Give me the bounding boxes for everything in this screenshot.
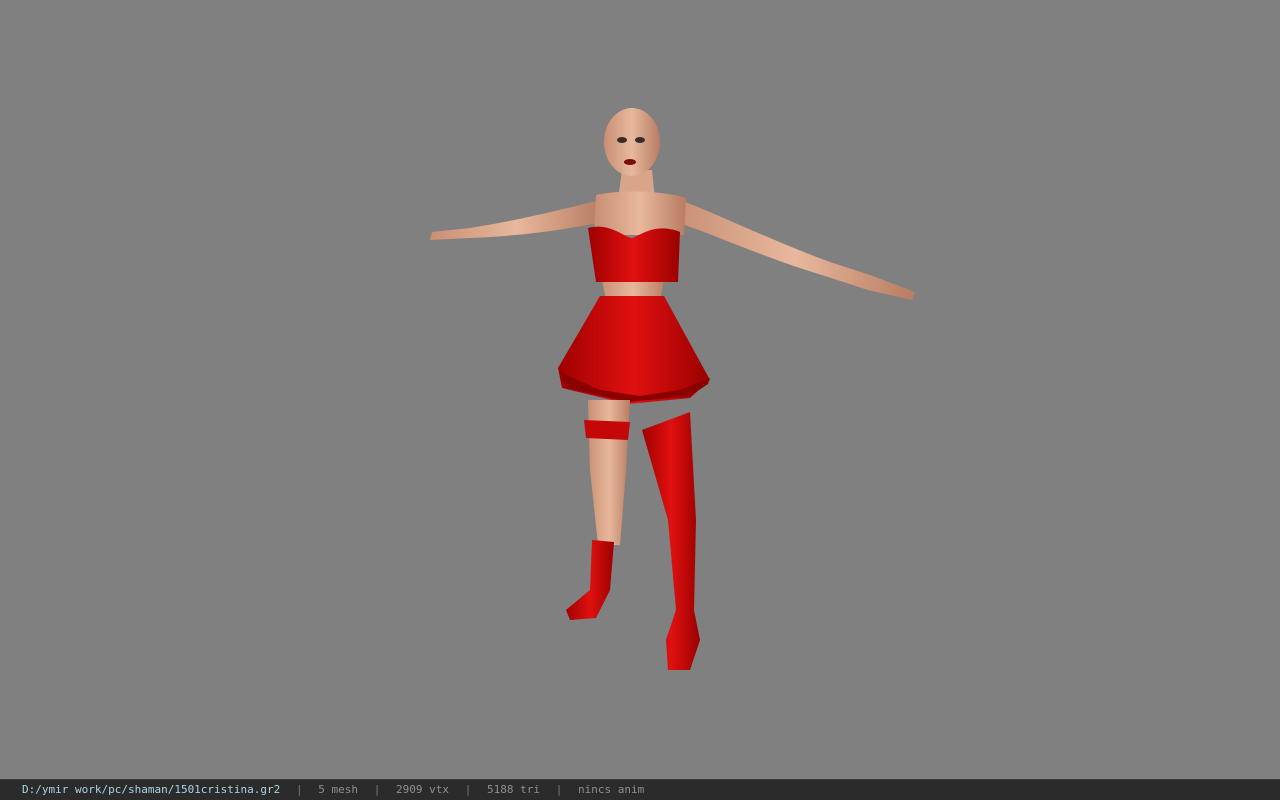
separator: | xyxy=(373,783,381,796)
triangle-count: 5188 tri xyxy=(487,783,540,796)
mesh-count: 5 mesh xyxy=(318,783,359,796)
status-bar: D:/ymir work/pc/shaman/1501cristina.gr2 |… xyxy=(0,779,1280,800)
file-path: D:/ymir work/pc/shaman/1501cristina.gr2 xyxy=(22,783,281,796)
separator: | xyxy=(464,783,472,796)
left-arm xyxy=(430,200,602,240)
character-model[interactable] xyxy=(0,0,1280,779)
eye-left xyxy=(617,137,627,143)
animation-status: nincs anim xyxy=(578,783,645,796)
3d-viewport[interactable] xyxy=(0,0,1280,779)
vertex-count: 2909 vtx xyxy=(396,783,450,796)
head xyxy=(604,108,660,176)
right-stocking xyxy=(642,412,700,670)
lips xyxy=(624,159,636,165)
left-boot xyxy=(566,540,614,620)
separator: | xyxy=(555,783,563,796)
separator: | xyxy=(295,783,303,796)
eye-right xyxy=(635,137,645,143)
right-arm xyxy=(676,200,915,300)
left-garter xyxy=(584,420,630,440)
